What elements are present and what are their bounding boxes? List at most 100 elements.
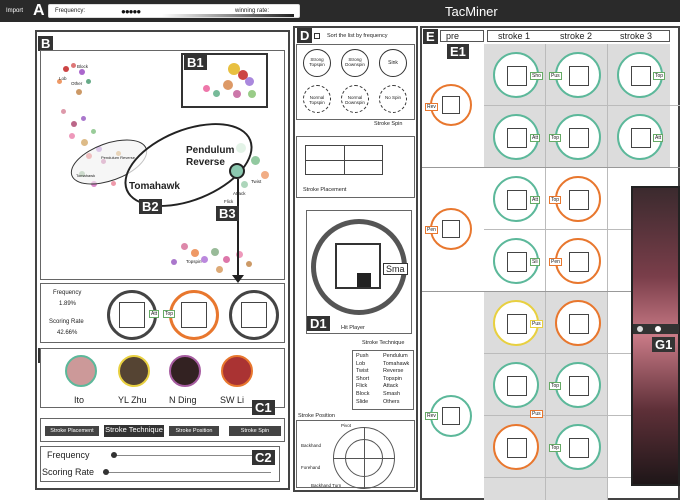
winning-rate-gradient[interactable] xyxy=(162,14,294,17)
cluster-label-flick: Flick xyxy=(224,199,234,204)
technique-legend: Push Lob Twist Short Flick Block Slide Pendulu… xyxy=(352,350,414,410)
cluster-stats: Frequency 1.89% Scoring Rate 42.66% Att … xyxy=(40,283,285,343)
frequency-dots[interactable]: ●●●●● xyxy=(121,7,141,16)
d1-court xyxy=(335,243,381,289)
tech-title: Stroke Technique xyxy=(362,340,405,346)
stroke-tag-r4c2: Pen xyxy=(549,258,562,266)
tab-stroke-placement[interactable]: Stroke Placement xyxy=(45,426,99,436)
label-b1: B1 xyxy=(184,55,207,70)
stroke-tag-r3c1: Att xyxy=(530,196,541,204)
cluster-label-lob: Lob xyxy=(59,76,67,81)
arrow-line xyxy=(237,179,239,277)
stroke-tag-r1c1: Sho xyxy=(530,72,543,80)
position-title: Stroke Position xyxy=(298,413,335,419)
stroke-tag-r3c2: Top xyxy=(549,196,562,204)
stroke-header: stroke 1 stroke 2 stroke 3 xyxy=(487,30,670,42)
column-header-stroke-2[interactable]: stroke 2 xyxy=(560,31,592,41)
stroke-tag-r6c2: Top xyxy=(549,382,562,390)
label-a: A xyxy=(33,2,45,19)
stroke-tag-r2c3: Att xyxy=(653,134,664,142)
position-backhand: Backhand xyxy=(301,443,322,448)
cluster-view[interactable]: B1 Pendulum Reverse Tomahawk Tomahawk Pe… xyxy=(40,50,285,283)
label-d1: D1 xyxy=(307,316,330,331)
stroke-tag-r2c2: Top xyxy=(549,134,562,142)
label-b2: B2 xyxy=(139,199,162,214)
stroke-circle-r2c2[interactable] xyxy=(555,114,601,160)
import-button[interactable]: Import xyxy=(6,8,23,14)
cluster-label-block: Block xyxy=(77,64,89,69)
tab-stroke-spin[interactable]: Stroke Spin xyxy=(229,426,281,436)
stroke-circle-r1c2[interactable] xyxy=(555,52,601,98)
cluster-label-tomahawk-small: Tomahawk xyxy=(76,173,96,178)
tag-att: Att xyxy=(149,310,160,318)
label-e1: E1 xyxy=(447,44,469,59)
sort-label: Sort the list by frequency xyxy=(327,33,388,39)
label-b3: B3 xyxy=(216,206,239,221)
mini-court-2 xyxy=(181,302,207,328)
tag-top: Top xyxy=(163,310,176,318)
player-name-sw-li: SW Li xyxy=(220,395,245,405)
stroke-circle-r5c2[interactable] xyxy=(555,300,601,346)
stroke-tag-r4c1: Sli xyxy=(530,258,540,266)
stroke-circle-r6c2[interactable] xyxy=(555,362,601,408)
freq-value: 1.89% xyxy=(59,301,77,307)
cluster-label-tomahawk: Tomahawk xyxy=(129,181,180,192)
column-header-stroke-3[interactable]: stroke 3 xyxy=(620,31,652,41)
cluster-label-twist: Twist xyxy=(251,179,262,184)
spin-strong-downspin: Strong Downspin xyxy=(345,57,365,67)
position-backhand-turn: Backhand Turn xyxy=(311,483,342,488)
label-g1: G1 xyxy=(652,337,676,352)
mini-court-3 xyxy=(241,302,267,328)
frequency-slider-track[interactable] xyxy=(111,455,271,456)
stroke-tag-r2c1: Att xyxy=(530,134,541,142)
spin-strong-topspin: Strong Topspin xyxy=(309,57,325,67)
selected-cluster-dot[interactable] xyxy=(229,163,245,179)
video-preview[interactable] xyxy=(631,186,680,486)
avatar-ito[interactable] xyxy=(65,355,97,387)
slider-panel: Frequency Scoring Rate xyxy=(40,446,280,482)
cluster-label-reverse: Reverse xyxy=(186,157,225,168)
d1-tag-sma: Sma xyxy=(383,263,408,275)
tab-stroke-position[interactable]: Stroke Position xyxy=(169,426,219,436)
tab-stroke-technique[interactable]: Stroke Technique xyxy=(104,425,164,437)
label-d: D xyxy=(297,28,313,43)
pre-tag-2: Pen xyxy=(425,226,438,234)
column-header-stroke-1[interactable]: stroke 1 xyxy=(498,31,530,41)
video-controls[interactable] xyxy=(633,324,679,334)
sort-checkbox[interactable] xyxy=(314,33,320,39)
stroke-circle-r7c2[interactable] xyxy=(555,424,601,470)
spin-title: Stroke Spin xyxy=(374,121,403,127)
label-e: E xyxy=(423,29,438,44)
placement-title: Stroke Placement xyxy=(303,187,347,193)
scoring-slider-label: Scoring Rate xyxy=(42,467,95,477)
tech-col-right: Pendulum Tomahawk Reverse Topspin Attack Smas… xyxy=(383,353,410,405)
stroke-circle-r6c1[interactable] xyxy=(493,362,539,408)
cluster-label-attack: Attack xyxy=(233,191,246,196)
player-list: Ito YL Zhu N Ding SW Li xyxy=(40,348,285,408)
stroke-spin-legend: Strong Topspin Strong Downspin Sink Norm… xyxy=(296,44,415,120)
label-b: B xyxy=(38,36,54,51)
arrow-head xyxy=(232,275,244,283)
avatar-yl-zhu[interactable] xyxy=(118,355,150,387)
cluster-label-pendulum: Pendulum xyxy=(186,145,235,156)
stroke-tag-r7c1: Pus xyxy=(530,410,543,418)
top-bar: Import A Frequency: ●●●●● winning rate: … xyxy=(0,0,680,22)
stroke-circle-r7c1[interactable] xyxy=(493,424,539,470)
pre-tag-1: Rev xyxy=(425,103,438,111)
scoring-slider-track[interactable] xyxy=(103,472,271,473)
stroke-circle-r3c2[interactable] xyxy=(555,176,601,222)
mini-court-1 xyxy=(119,302,145,328)
scoring-slider-handle[interactable] xyxy=(103,469,109,475)
spin-sink: Sink xyxy=(388,60,398,66)
frequency-slider-label: Frequency xyxy=(47,450,90,460)
column-header-pre[interactable]: pre xyxy=(440,30,484,42)
cluster-label-pendulum-small: Pendulum Reverse xyxy=(101,155,136,160)
app-title: TacMiner xyxy=(445,4,498,19)
player-name-yl-zhu: YL Zhu xyxy=(118,395,147,405)
avatar-sw-li[interactable] xyxy=(221,355,253,387)
stroke-position-view: Pivot Backhand Forehand Backhand Turn xyxy=(296,420,415,489)
frequency-slider-handle[interactable] xyxy=(111,452,117,458)
avatar-n-ding[interactable] xyxy=(169,355,201,387)
cluster-label-topspin: Topspin xyxy=(186,259,202,264)
placement-court xyxy=(305,145,383,175)
